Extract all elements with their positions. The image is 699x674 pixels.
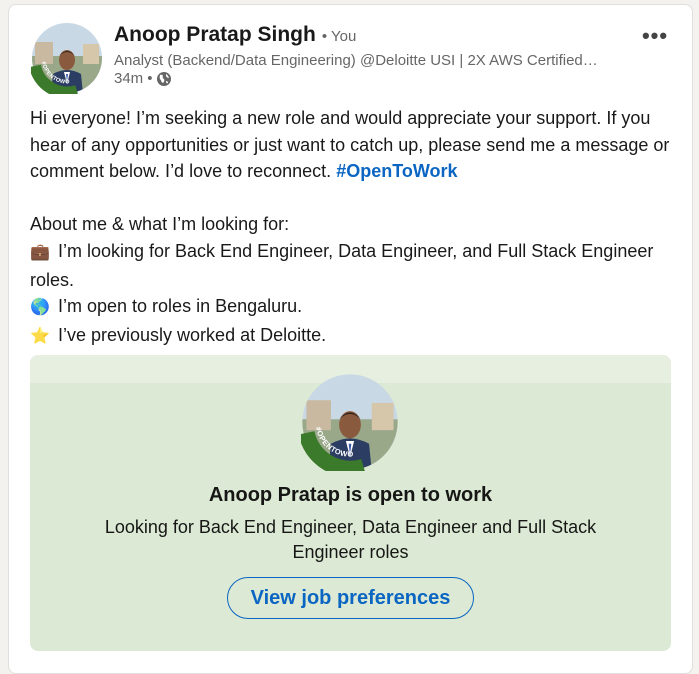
hashtag-link[interactable]: #OpenToWork: [336, 161, 457, 181]
list-item-text: I’m looking for Back End Engineer, Data …: [30, 240, 654, 290]
avatar-photo: #OPENTOWORK: [298, 366, 398, 477]
author-headline: Analyst (Backend/Data Engineering) @Delo…: [114, 52, 598, 69]
post-meta: 34m •: [114, 70, 172, 87]
open-to-work-card[interactable]: #OPENTOWORK Anoop Pratap is open to work…: [30, 355, 671, 651]
globe-icon: 🌎: [30, 299, 50, 317]
post-text: Hi everyone! I’m seeking a new role and …: [30, 105, 680, 350]
view-job-preferences-button[interactable]: View job preferences: [227, 577, 474, 619]
connection-degree: • You: [321, 28, 357, 45]
about-heading: About me & what I’m looking for:: [30, 214, 290, 235]
list-item: ⭐ I’ve previously worked at Deloitte.: [30, 322, 680, 351]
list-item: 💼 I’m looking for Back End Engineer, Data…: [30, 238, 680, 293]
briefcase-icon: 💼: [30, 243, 50, 261]
author-name-row: Anoop Pratap Singh • You: [114, 23, 356, 47]
star-icon: ⭐: [30, 327, 50, 345]
post-intro-paragraph: Hi everyone! I’m seeking a new role and …: [30, 105, 680, 185]
list-item-text: I’m open to roles in Bengaluru.: [58, 296, 303, 317]
list-item-text: I’ve previously worked at Deloitte.: [58, 324, 327, 345]
more-horizontal-icon: •••: [641, 23, 669, 48]
feed-post-card: #OPENTOWORK Anoop Pratap Singh • You Ana…: [8, 4, 693, 674]
list-item: 🌎 I’m open to roles in Bengaluru.: [30, 293, 680, 322]
meta-separator: •: [147, 70, 153, 87]
author-name[interactable]: Anoop Pratap Singh: [114, 23, 316, 47]
open-to-work-avatar: #OPENTOWORK: [298, 366, 399, 477]
globe-icon: [157, 71, 172, 86]
open-to-work-subtitle: Looking for Back End Engineer, Data Engi…: [104, 517, 597, 562]
avatar-photo: #OPENTOWORK: [29, 18, 102, 99]
open-to-work-title: Anoop Pratap is open to work: [208, 484, 493, 506]
post-time: 34m: [114, 70, 144, 87]
more-options-button[interactable]: •••: [635, 23, 675, 49]
author-avatar[interactable]: #OPENTOWORK: [29, 18, 103, 99]
